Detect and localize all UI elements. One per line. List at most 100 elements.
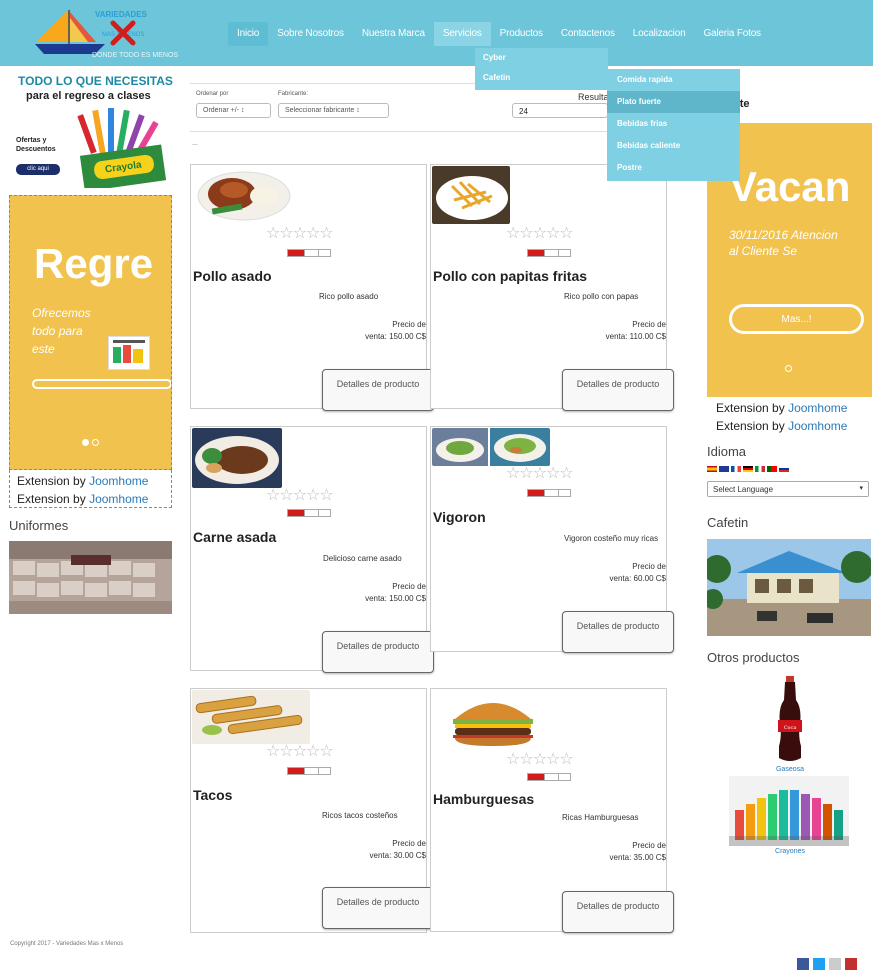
left-slider[interactable]: Regre Ofrecemos todo para este: [9, 195, 172, 470]
uniformes-image[interactable]: [9, 541, 172, 614]
results-per-page-select[interactable]: 24: [512, 103, 608, 118]
gaseosa-caption[interactable]: Gaseosa: [760, 766, 820, 773]
rating-stars[interactable]: ☆☆☆☆☆: [506, 749, 574, 769]
ad-cta-button[interactable]: clic aqui: [16, 164, 60, 175]
menu-item-cafetin[interactable]: Cafetin: [475, 68, 608, 88]
slider-dot-1[interactable]: [82, 439, 89, 446]
right-slider-text: 30/11/2016 Atencion al Cliente Se: [729, 228, 838, 258]
right-extension-credit-2: Extension by Joomhome: [716, 419, 847, 433]
language-flags: [707, 466, 789, 472]
product-card: ☆☆☆☆☆ Pollo con papitas fritas Rico poll…: [430, 164, 674, 411]
flag-uk-icon[interactable]: [719, 466, 729, 472]
product-name[interactable]: Pollo con papitas fritas: [433, 268, 587, 284]
flag-ru-icon[interactable]: [779, 466, 789, 472]
product-details-button[interactable]: Detalles de producto: [562, 891, 674, 933]
joomhome-link[interactable]: Joomhome: [788, 419, 847, 433]
nav-contactenos[interactable]: Contactenos: [552, 22, 624, 46]
google-plus-icon[interactable]: [829, 958, 841, 970]
joomhome-link[interactable]: Joomhome: [788, 401, 847, 415]
rating-stars[interactable]: ☆☆☆☆☆: [506, 223, 574, 243]
product-name[interactable]: Hamburguesas: [433, 791, 534, 807]
product-name[interactable]: Pollo asado: [193, 268, 272, 284]
otros-productos-title: Otros productos: [707, 650, 800, 665]
menu-item-plato-fuerte[interactable]: Plato fuerte: [607, 91, 740, 113]
facebook-icon[interactable]: [797, 958, 809, 970]
crayones-caption[interactable]: Crayones: [760, 848, 820, 855]
price-label: Precio de: [392, 582, 426, 591]
rating-stars[interactable]: ☆☆☆☆☆: [506, 463, 574, 483]
youtube-icon[interactable]: [845, 958, 857, 970]
product-details-button[interactable]: Detalles de producto: [562, 611, 674, 653]
product-image[interactable]: [192, 166, 292, 224]
product-card: ☆☆☆☆☆ Carne asada Delicioso carne asado …: [190, 426, 434, 673]
flag-de-icon[interactable]: [743, 466, 753, 472]
product-image[interactable]: [192, 690, 310, 744]
price-label: Precio de: [632, 562, 666, 571]
rating-bar: [287, 509, 331, 517]
nav-productos[interactable]: Productos: [491, 22, 552, 46]
maker-select[interactable]: Seleccionar fabricante ↕: [278, 103, 389, 118]
nav-nuestra-marca[interactable]: Nuestra Marca: [353, 22, 434, 46]
product-details-button[interactable]: Detalles de producto: [562, 369, 674, 411]
rating-bar: [527, 773, 571, 781]
nav-servicios[interactable]: Servicios: [433, 22, 491, 46]
product-price: venta: 150.00 C$: [365, 594, 426, 603]
product-image[interactable]: [447, 693, 539, 747]
slider-dot-2[interactable]: [92, 439, 99, 446]
product-card: ☆☆☆☆☆ Hamburguesas Ricas Hamburguesas Pr…: [430, 688, 674, 933]
product-image[interactable]: [432, 166, 510, 224]
product-details-button[interactable]: Detalles de producto: [322, 369, 434, 411]
rating-stars[interactable]: ☆☆☆☆☆: [266, 485, 334, 505]
left-slider-text: Ofrecemos todo para este: [32, 306, 91, 356]
slider-dot-1[interactable]: [785, 365, 792, 372]
language-select[interactable]: Select Language ▾: [707, 481, 869, 497]
site-logo[interactable]: VARIEDADES MAS X MENOS DONDE TODO ES MEN…: [30, 6, 200, 62]
menu-item-postre[interactable]: Postre: [607, 157, 740, 179]
right-slider-dots[interactable]: [785, 365, 792, 372]
product-image[interactable]: [432, 428, 550, 466]
nav-galeria-fotos[interactable]: Galeria Fotos: [694, 22, 769, 46]
product-name[interactable]: Vigoron: [433, 509, 486, 525]
ad-offer-text: Ofertas y Descuentos: [16, 137, 56, 153]
nav-inicio[interactable]: Inicio: [228, 22, 269, 46]
product-card: ☆☆☆☆☆ Tacos Ricos tacos costeños Precio …: [190, 688, 434, 933]
crayola-ad-banner[interactable]: Ofertas y Descuentos clic aqui Crayola: [10, 104, 175, 188]
flag-pt-icon[interactable]: [767, 466, 777, 472]
product-name[interactable]: Carne asada: [193, 529, 276, 545]
product-details-button[interactable]: Detalles de producto: [322, 887, 434, 929]
flag-fr-icon[interactable]: [731, 466, 741, 472]
product-description: Rico pollo asado: [319, 292, 379, 301]
rating-stars[interactable]: ☆☆☆☆☆: [266, 223, 334, 243]
coca-cola-bottle-image[interactable]: Coca: [775, 676, 805, 762]
rating-stars[interactable]: ☆☆☆☆☆: [266, 741, 334, 761]
product-name[interactable]: Tacos: [193, 787, 232, 803]
product-details-button[interactable]: Detalles de producto: [322, 631, 434, 673]
product-description: Delicioso carne asado: [323, 554, 402, 563]
menu-item-bebidas-frias[interactable]: Bebidas frias: [607, 113, 740, 135]
cafetin-submenu: Comida rapida Plato fuerte Bebidas frias…: [607, 69, 740, 181]
menu-item-cyber[interactable]: Cyber: [475, 48, 608, 68]
twitter-icon[interactable]: [813, 958, 825, 970]
right-extension-credit-1: Extension by Joomhome: [716, 401, 847, 415]
order-button[interactable]: Ordenar +/- ↕: [196, 103, 271, 118]
crayones-image[interactable]: [729, 776, 849, 846]
cafetin-image[interactable]: [707, 539, 871, 636]
right-slider-more-button[interactable]: Mas...!: [729, 304, 864, 334]
rating-bar: [287, 767, 331, 775]
menu-item-comida-rapida[interactable]: Comida rapida: [607, 69, 740, 91]
product-card: ☆☆☆☆☆ Vigoron Vigoron costeño muy ricas …: [430, 426, 674, 653]
menu-item-bebidas-caliente[interactable]: Bebidas caliente: [607, 135, 740, 157]
cafetin-title: Cafetin: [707, 515, 749, 530]
flag-it-icon[interactable]: [755, 466, 765, 472]
flag-es-icon[interactable]: [707, 466, 717, 472]
product-price: venta: 150.00 C$: [365, 332, 426, 341]
maker-label: Fabricante:: [278, 91, 309, 97]
left-slider-frame-bottom: [9, 470, 172, 508]
product-description: Ricos tacos costeños: [322, 811, 398, 820]
product-image[interactable]: [192, 428, 282, 488]
nav-localizacion[interactable]: Localizacion: [624, 22, 695, 46]
price-label: Precio de: [632, 841, 666, 850]
nav-sobre-nosotros[interactable]: Sobre Nosotros: [268, 22, 353, 46]
product-description: Ricas Hamburguesas: [562, 813, 639, 822]
left-slider-dots[interactable]: [82, 439, 99, 446]
